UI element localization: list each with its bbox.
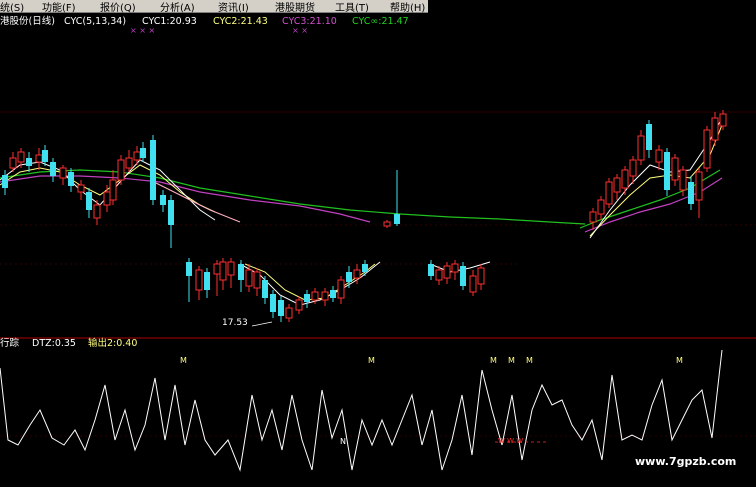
candle-down — [140, 148, 146, 158]
candle-down — [186, 262, 192, 276]
candle-down — [362, 264, 368, 272]
candle-down — [150, 140, 156, 200]
candle-down — [278, 300, 284, 316]
candle-down — [168, 200, 174, 225]
candle-up — [443, 265, 451, 279]
candle-down — [68, 172, 74, 186]
candle-up — [719, 113, 727, 127]
candle-up — [383, 221, 391, 227]
candle-up — [435, 269, 443, 281]
candle-up — [227, 261, 235, 276]
candle-down — [270, 294, 276, 312]
candle-up — [213, 263, 221, 275]
low-arrow — [251, 321, 273, 327]
m-label-1: M — [180, 356, 187, 365]
candle-up — [613, 177, 621, 193]
output-value: 输出2:0.40 — [88, 338, 138, 349]
candle-down — [26, 158, 32, 166]
chart-canvas — [0, 110, 756, 472]
candle-up — [219, 261, 227, 281]
candle-down — [428, 264, 434, 276]
candle-up — [451, 263, 459, 273]
dtz-value: DTZ:0.35 — [32, 338, 76, 349]
candle-up — [353, 269, 361, 279]
w-labels: W W W — [498, 437, 524, 445]
candle-up — [637, 135, 645, 161]
candle-up — [253, 271, 261, 289]
candle-up — [93, 204, 101, 219]
low-price-label: 17.53 — [222, 318, 248, 328]
watermark: www.7gpzb.com — [635, 455, 737, 468]
candle-up — [679, 169, 687, 191]
candle-up — [671, 157, 679, 181]
candle-up — [35, 154, 43, 163]
candle-down — [50, 162, 56, 176]
candle-down — [664, 152, 670, 190]
candle-up — [59, 167, 67, 179]
candle-up — [245, 269, 253, 287]
sub-title: 行踪 — [0, 338, 20, 349]
n-label: N — [340, 437, 346, 446]
candle-down — [688, 182, 694, 204]
candle-up — [337, 279, 345, 299]
dtz-line — [0, 349, 723, 472]
m-label-4: M — [508, 356, 515, 365]
candle-up — [621, 169, 629, 189]
candle-up — [477, 267, 485, 285]
candle-up — [285, 307, 293, 319]
candle-up — [655, 149, 663, 163]
candles-group — [2, 110, 727, 322]
candle-up — [703, 129, 711, 169]
candle-up — [133, 151, 141, 161]
candle-down — [460, 266, 466, 286]
candle-up — [117, 159, 125, 181]
candle-up — [589, 211, 597, 223]
candle-up — [109, 179, 117, 201]
candle-up — [17, 151, 25, 163]
candle-down — [238, 264, 244, 280]
candle-up — [77, 184, 85, 193]
candle-up — [469, 275, 477, 293]
candle-up — [711, 117, 719, 141]
candle-down — [160, 195, 166, 205]
m-label-5: M — [526, 356, 533, 365]
candle-down — [346, 272, 352, 282]
candle-up — [311, 291, 319, 301]
candle-down — [42, 150, 48, 162]
candle-up — [295, 299, 303, 311]
candle-up — [321, 291, 329, 301]
candle-up — [125, 157, 133, 169]
candle-down — [204, 272, 210, 290]
candle-down — [330, 290, 336, 298]
candle-up — [629, 159, 637, 177]
candle-down — [86, 192, 92, 210]
candle-down — [394, 214, 400, 224]
candle-up — [597, 199, 605, 215]
m-label-2: M — [368, 356, 375, 365]
candle-up — [695, 171, 703, 201]
candle-up — [9, 157, 17, 169]
candle-down — [262, 280, 268, 298]
candle-up — [195, 269, 203, 291]
candle-up — [605, 181, 613, 205]
m-label-3: M — [490, 356, 497, 365]
candle-down — [304, 294, 310, 302]
ma-purple-line — [0, 175, 371, 223]
m-label-6: M — [676, 356, 683, 365]
candle-down — [2, 175, 8, 188]
candle-up — [103, 191, 111, 206]
candle-down — [646, 124, 652, 150]
